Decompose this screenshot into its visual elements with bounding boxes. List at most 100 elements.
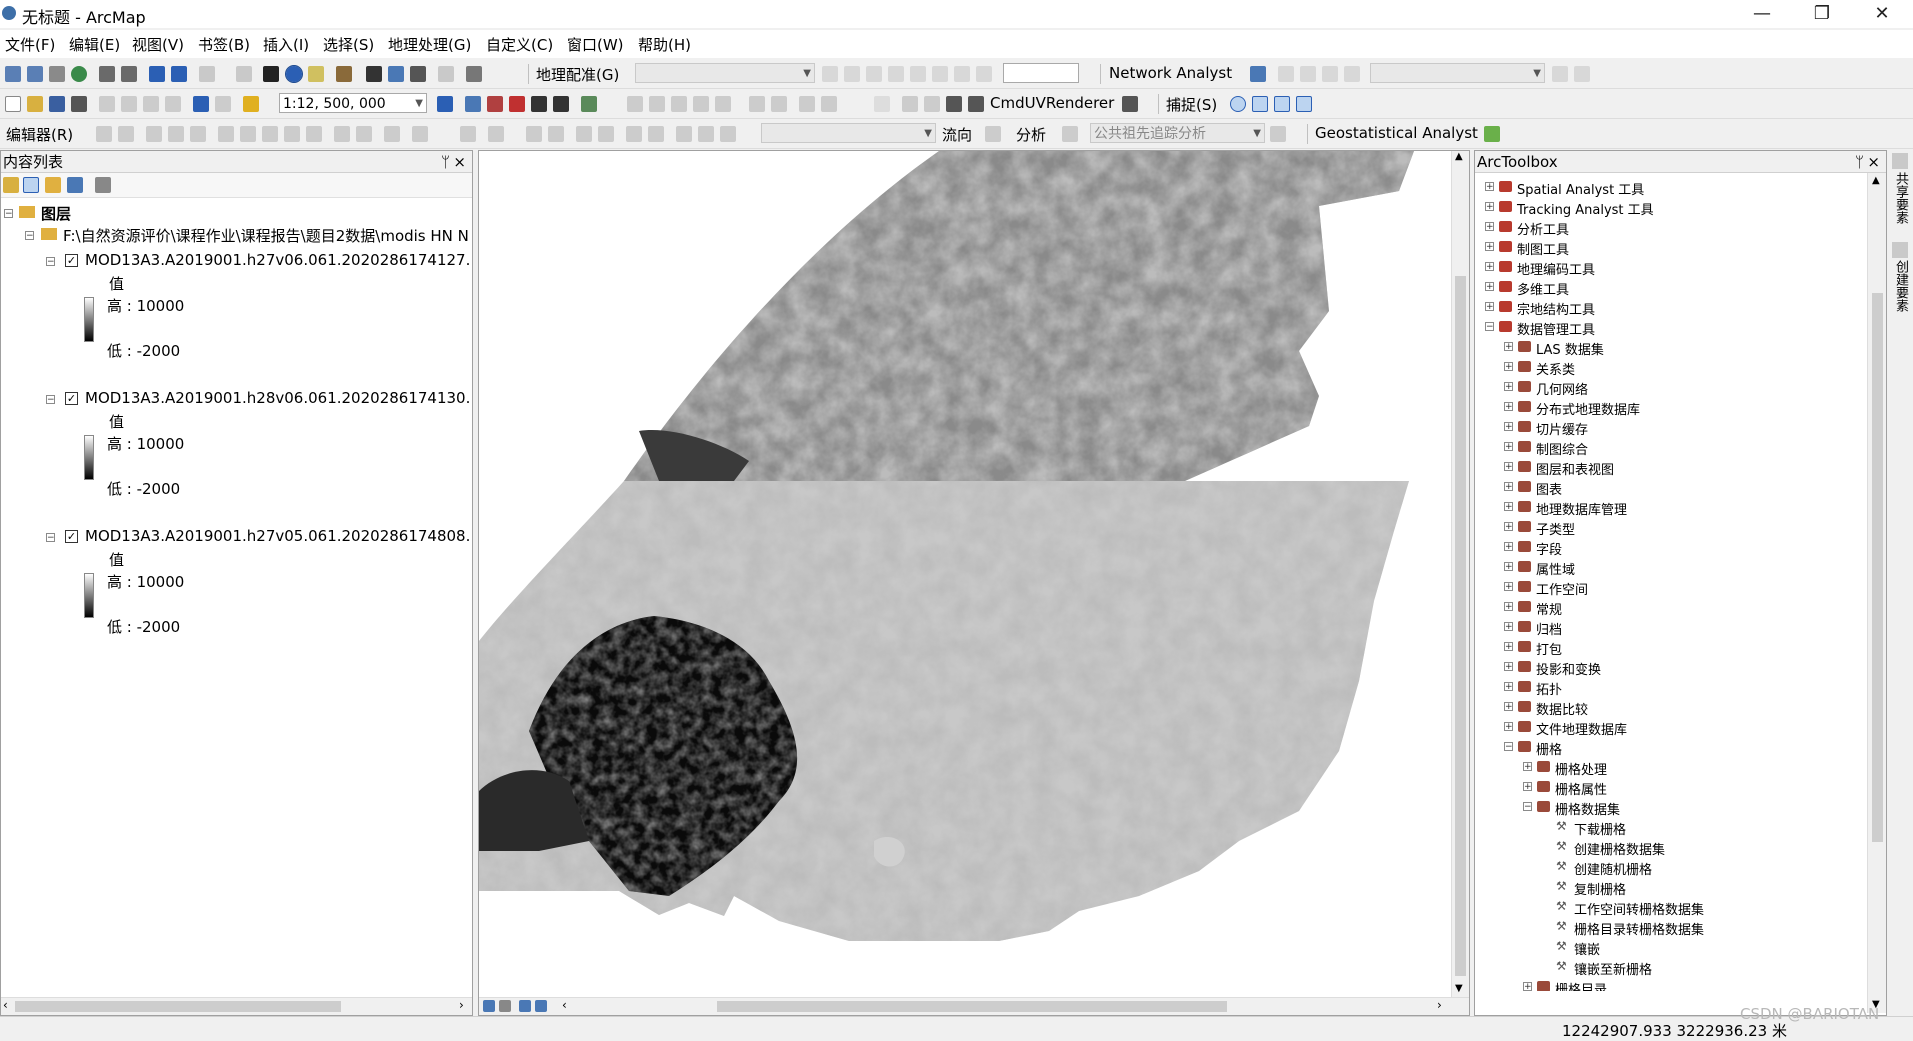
expand-icon[interactable]: + bbox=[1504, 362, 1513, 372]
expand-icon[interactable]: + bbox=[1504, 642, 1513, 652]
fixed-zoom-in-icon[interactable] bbox=[99, 66, 115, 82]
menu-help[interactable]: 帮助(H) bbox=[638, 34, 691, 55]
share-features-tab[interactable]: 共享要素 bbox=[1892, 172, 1908, 224]
list-by-drawing-order-icon[interactable] bbox=[3, 177, 19, 193]
renderer-command[interactable]: CmdUVRenderer bbox=[990, 94, 1114, 112]
clear-selection-icon[interactable] bbox=[236, 66, 252, 82]
panel-close-icon[interactable]: × bbox=[453, 151, 466, 173]
scroll-thumb[interactable] bbox=[717, 1001, 1227, 1012]
color-dropdown-icon[interactable] bbox=[874, 96, 890, 112]
pan-icon[interactable] bbox=[49, 66, 65, 82]
expand-icon[interactable]: + bbox=[1504, 542, 1513, 552]
end-snap-icon[interactable] bbox=[1252, 96, 1268, 112]
add-data-icon[interactable] bbox=[243, 96, 259, 112]
layer-name[interactable]: MOD13A3.A2019001.h28v06.061.202028617413… bbox=[85, 389, 471, 407]
scroll-right-icon[interactable]: › bbox=[1437, 998, 1442, 1012]
toolbox-tool-item[interactable]: ⚒ 下载栅格 bbox=[1475, 817, 1867, 838]
expand-icon[interactable]: + bbox=[1504, 442, 1513, 452]
toolbox-tree-item[interactable]: + 拓扑 bbox=[1475, 677, 1867, 698]
edge-snap-icon[interactable] bbox=[1296, 96, 1312, 112]
menu-edit[interactable]: 编辑(E) bbox=[69, 34, 120, 55]
collapse-icon[interactable]: − bbox=[1504, 742, 1513, 752]
scroll-thumb[interactable] bbox=[1872, 293, 1883, 842]
layer-visibility-checkbox[interactable]: ✓ bbox=[65, 392, 78, 405]
open-folder-icon[interactable] bbox=[27, 96, 43, 112]
menu-windows[interactable]: 窗口(W) bbox=[567, 34, 624, 55]
renderer-icon[interactable] bbox=[968, 96, 984, 112]
toolbox-tree-item[interactable]: + 栅格属性 bbox=[1475, 777, 1867, 798]
expand-icon[interactable]: + bbox=[1504, 382, 1513, 392]
toolbox-tree-item[interactable]: + 子类型 bbox=[1475, 517, 1867, 538]
pin-icon[interactable]: ᛘ bbox=[1855, 151, 1864, 173]
minimize-button[interactable]: — bbox=[1733, 0, 1791, 28]
collapse-icon[interactable]: − bbox=[1485, 322, 1494, 332]
expand-icon[interactable]: + bbox=[1485, 222, 1494, 232]
toolbox-tool-item[interactable]: ⚒ 复制栅格 bbox=[1475, 877, 1867, 898]
scroll-left-icon[interactable]: ‹ bbox=[562, 998, 567, 1012]
search-window-icon[interactable] bbox=[553, 96, 569, 112]
editor-menu[interactable]: 编辑器(R) bbox=[6, 124, 73, 145]
list-by-source-icon[interactable] bbox=[23, 177, 39, 193]
create-features-tab-icon[interactable] bbox=[1892, 242, 1908, 258]
toolbox-tree-item[interactable]: + 归档 bbox=[1475, 617, 1867, 638]
measure-icon[interactable] bbox=[336, 66, 352, 82]
expand-icon[interactable]: + bbox=[1523, 982, 1532, 991]
toolbox-tree-item[interactable]: + 地理数据库管理 bbox=[1475, 497, 1867, 518]
menu-customize[interactable]: 自定义(C) bbox=[486, 34, 553, 55]
catalog-icon[interactable] bbox=[487, 96, 503, 112]
pause-drawing-icon[interactable] bbox=[535, 1000, 547, 1012]
menu-geoprocessing[interactable]: 地理处理(G) bbox=[388, 34, 471, 55]
legend-color-ramp[interactable] bbox=[84, 297, 94, 342]
toolbox-tree-item[interactable]: + 属性域 bbox=[1475, 557, 1867, 578]
toolbox-tree-item[interactable]: + 常规 bbox=[1475, 597, 1867, 618]
print-icon[interactable] bbox=[71, 96, 87, 112]
fixed-zoom-out-icon[interactable] bbox=[121, 66, 137, 82]
expand-icon[interactable]: + bbox=[1504, 622, 1513, 632]
expand-icon[interactable]: + bbox=[1504, 722, 1513, 732]
toolbox-tree-item[interactable]: + 投影和变换 bbox=[1475, 657, 1867, 678]
refresh-icon[interactable] bbox=[519, 1000, 531, 1012]
menu-view[interactable]: 视图(V) bbox=[132, 34, 184, 55]
undo-icon[interactable] bbox=[193, 96, 209, 112]
full-extent-icon[interactable] bbox=[71, 66, 87, 82]
save-icon[interactable] bbox=[49, 96, 65, 112]
toolbox-tree-item[interactable]: + 制图综合 bbox=[1475, 437, 1867, 458]
table-of-contents-icon[interactable] bbox=[465, 96, 481, 112]
identify-icon[interactable] bbox=[285, 65, 303, 83]
expand-icon[interactable]: + bbox=[1485, 242, 1494, 252]
toolbox-tree-item[interactable]: + 栅格目录 bbox=[1475, 977, 1867, 991]
toolbox-tree-item[interactable]: + LAS 数据集 bbox=[1475, 337, 1867, 358]
expand-icon[interactable]: + bbox=[1485, 262, 1494, 272]
close-button[interactable]: ✕ bbox=[1853, 0, 1911, 28]
analysis-menu[interactable]: 分析 bbox=[1016, 124, 1046, 145]
expand-icon[interactable]: + bbox=[1485, 182, 1494, 192]
toolbox-tree-item[interactable]: + 切片缓存 bbox=[1475, 417, 1867, 438]
expand-icon[interactable]: + bbox=[1504, 562, 1513, 572]
toolbox-tree-item[interactable]: + 文件地理数据库 bbox=[1475, 717, 1867, 738]
toolbox-tree-item[interactable]: + 打包 bbox=[1475, 637, 1867, 658]
toc-options-icon[interactable] bbox=[95, 177, 111, 193]
layers-root-label[interactable]: 图层 bbox=[41, 203, 71, 224]
toolbox-tree-item[interactable]: + 工作空间 bbox=[1475, 577, 1867, 598]
toolbox-tree-item[interactable]: − 栅格 bbox=[1475, 737, 1867, 758]
python-icon[interactable] bbox=[531, 96, 547, 112]
geostatistical-analyst-menu[interactable]: Geostatistical Analyst bbox=[1315, 124, 1478, 142]
expand-icon[interactable]: + bbox=[1504, 702, 1513, 712]
layer-visibility-checkbox[interactable]: ✓ bbox=[65, 530, 78, 543]
toolbox-tree-item[interactable]: + 数据比较 bbox=[1475, 697, 1867, 718]
toolbox-tool-item[interactable]: ⚒ 镶嵌至新栅格 bbox=[1475, 957, 1867, 978]
expand-icon[interactable]: + bbox=[1504, 402, 1513, 412]
share-features-tab-icon[interactable] bbox=[1892, 153, 1908, 169]
go-to-xy-icon[interactable] bbox=[410, 66, 426, 82]
new-document-icon[interactable] bbox=[5, 96, 21, 112]
map-scale-combo[interactable]: 1:12, 500, 000 ▼ bbox=[279, 93, 427, 113]
expand-icon[interactable]: + bbox=[1504, 422, 1513, 432]
list-by-visibility-icon[interactable] bbox=[45, 177, 61, 193]
collapse-icon[interactable]: − bbox=[1523, 802, 1532, 812]
pin-icon[interactable]: ᛘ bbox=[441, 151, 450, 173]
toolbox-tree-item[interactable]: + 地理编码工具 bbox=[1475, 257, 1867, 278]
toolbox-tool-item[interactable]: ⚒ 栅格目录转栅格数据集 bbox=[1475, 917, 1867, 938]
create-features-tab[interactable]: 创建要素 bbox=[1892, 260, 1908, 312]
layer-collapse-icon[interactable]: − bbox=[46, 257, 55, 267]
toolbox-tree-item[interactable]: + 栅格处理 bbox=[1475, 757, 1867, 778]
